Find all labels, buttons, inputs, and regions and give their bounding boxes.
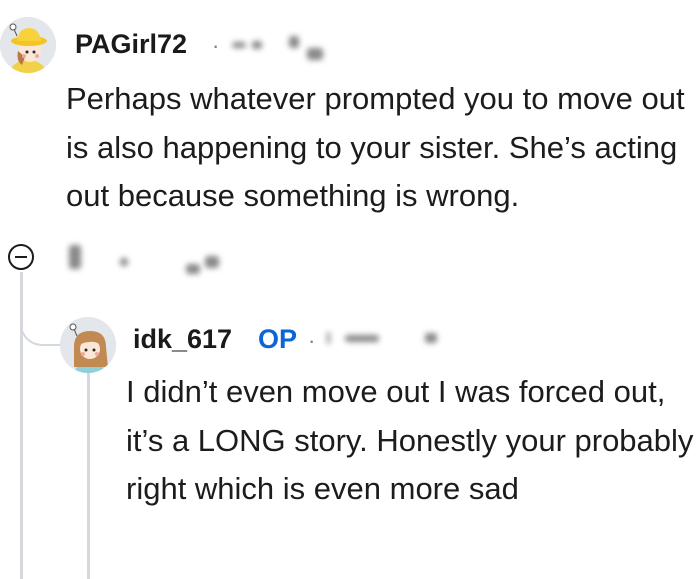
redacted-timestamp: [327, 332, 330, 344]
meta-separator: ·: [308, 328, 316, 353]
avatar[interactable]: [60, 317, 116, 373]
meta-separator: ·: [212, 33, 220, 58]
redacted-timestamp: [307, 48, 323, 60]
redacted-timestamp: [232, 42, 246, 48]
collapse-icon[interactable]: [8, 244, 34, 270]
op-badge: OP: [258, 324, 298, 354]
redacted-timestamp: [345, 335, 379, 342]
redacted-timestamp: [252, 41, 262, 49]
reply-connector: [20, 300, 62, 346]
comment-body: Perhaps whatever prompted you to move ou…: [66, 81, 685, 213]
comment-username[interactable]: idk_617: [133, 324, 232, 355]
redacted-timestamp: [425, 333, 437, 343]
redacted-action: [120, 258, 128, 266]
redacted-action: [186, 264, 200, 274]
redacted-action: [69, 245, 81, 269]
comment-username[interactable]: PAGirl72: [75, 29, 187, 60]
long-hair-girl-icon: [60, 317, 116, 373]
avatar[interactable]: [0, 17, 56, 73]
redacted-timestamp: [289, 36, 299, 48]
reply-thread-line: [87, 372, 90, 579]
redacted-action: [205, 256, 219, 268]
comment-body: I didn’t even move out I was forced out,…: [126, 374, 694, 506]
bucket-hat-girl-icon: [0, 17, 56, 73]
